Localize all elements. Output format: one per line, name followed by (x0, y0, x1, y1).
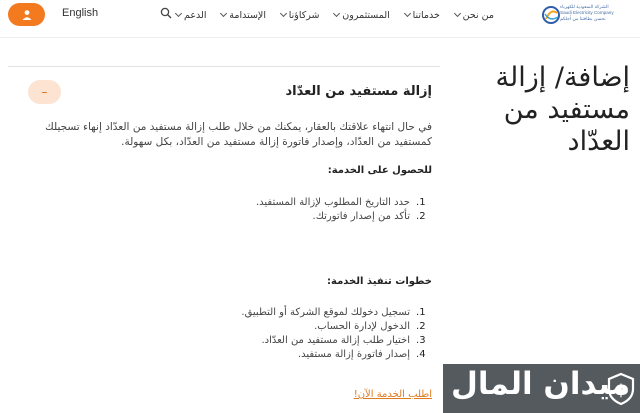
list-item: 2. تأكد من إصدار فاتورتك. (172, 210, 432, 224)
chevron-down-icon (453, 9, 461, 18)
nav-item-support[interactable]: الدعم (174, 8, 207, 22)
user-account-button[interactable] (8, 3, 45, 26)
logo-wordmark: الشركة السعودية للكهرباء Saudi Electrici… (560, 4, 640, 22)
chevron-down-icon (403, 9, 411, 18)
nav-item-investors[interactable]: المستثمرون (333, 8, 390, 22)
list-number: 1. (416, 197, 426, 208)
list-text: إصدار فاتورة إزالة مستفيد. (297, 349, 410, 360)
svg-text:$: $ (616, 381, 626, 399)
dollar-shield-icon: $ (607, 372, 635, 406)
list-text: اختيار طلب إزالة مستفيد من العدّاد. (261, 335, 410, 346)
watermark-text: ميدان المال (451, 366, 631, 402)
list-number: 3. (416, 335, 426, 346)
list-text: حدد التاريخ المطلوب لإزالة المستفيد. (255, 197, 410, 208)
watermark: ميدان المال $ (443, 364, 640, 413)
chevron-down-icon (220, 9, 228, 18)
chevron-down-icon (279, 9, 287, 18)
chevron-down-icon (333, 9, 341, 18)
nav-label: المستثمرون (342, 9, 390, 21)
nav-item-about[interactable]: من نحن (453, 8, 494, 22)
nav-item-sustainability[interactable]: الإستدامة (220, 8, 266, 22)
requirements-heading: للحصول على الخدمة: (327, 165, 432, 176)
request-service-link[interactable]: اطلب الخدمة الآن! (354, 389, 432, 400)
chevron-down-icon (174, 9, 183, 18)
nav-label: الدعم (184, 9, 207, 21)
list-item: 1. حدد التاريخ المطلوب لإزالة المستفيد. (172, 196, 432, 210)
nav-item-services[interactable]: خدماتنا (403, 8, 440, 22)
list-number: 2. (416, 211, 426, 222)
nav-label: خدماتنا (412, 9, 440, 21)
steps-list: 1. تسجيل دخولك لموقع الشركة أو التطبيق. 2… (172, 306, 432, 362)
list-text: الدخول لإدارة الحساب. (314, 321, 410, 332)
list-item: 1. تسجيل دخولك لموقع الشركة أو التطبيق. (172, 306, 432, 320)
section-divider (8, 66, 440, 67)
accordion-title[interactable]: إزالة مستفيد من العدّاد (285, 84, 432, 99)
nav-label: الإستدامة (229, 9, 266, 21)
steps-heading: خطوات تنفيذ الخدمة: (327, 276, 432, 287)
list-item: 4. إصدار فاتورة إزالة مستفيد. (172, 348, 432, 362)
service-description: في حال انتهاء علاقتك بالعقار، يمكنك من خ… (45, 121, 432, 148)
collapse-button[interactable]: – (28, 80, 61, 104)
site-header: English من نحن خدماتنا المستثمرون شركاؤن… (0, 0, 640, 38)
requirements-list: 1. حدد التاريخ المطلوب لإزالة المستفيد. 2… (172, 196, 432, 224)
list-number: 1. (416, 307, 426, 318)
nav-item-partners[interactable]: شركاؤنا (279, 8, 320, 22)
list-number: 4. (416, 349, 426, 360)
page-title: إضافة/ إزالة مستفيد من العدّاد (495, 62, 630, 157)
logo-tagline: نحسن بطاقتنا من أجلكم (560, 16, 606, 21)
list-item: 3. اختيار طلب إزالة مستفيد من العدّاد. (172, 334, 432, 348)
list-number: 2. (416, 321, 426, 332)
list-item: 2. الدخول لإدارة الحساب. (172, 320, 432, 334)
nav-label: شركاؤنا (288, 9, 320, 21)
user-icon (22, 9, 31, 20)
search-icon[interactable] (160, 7, 172, 19)
nav-label: من نحن (462, 9, 494, 21)
main-nav: من نحن خدماتنا المستثمرون شركاؤنا الإستد… (174, 8, 494, 22)
list-text: تسجيل دخولك لموقع الشركة أو التطبيق. (241, 307, 410, 318)
list-text: تأكد من إصدار فاتورتك. (312, 211, 410, 222)
language-switch[interactable]: English (62, 7, 98, 19)
